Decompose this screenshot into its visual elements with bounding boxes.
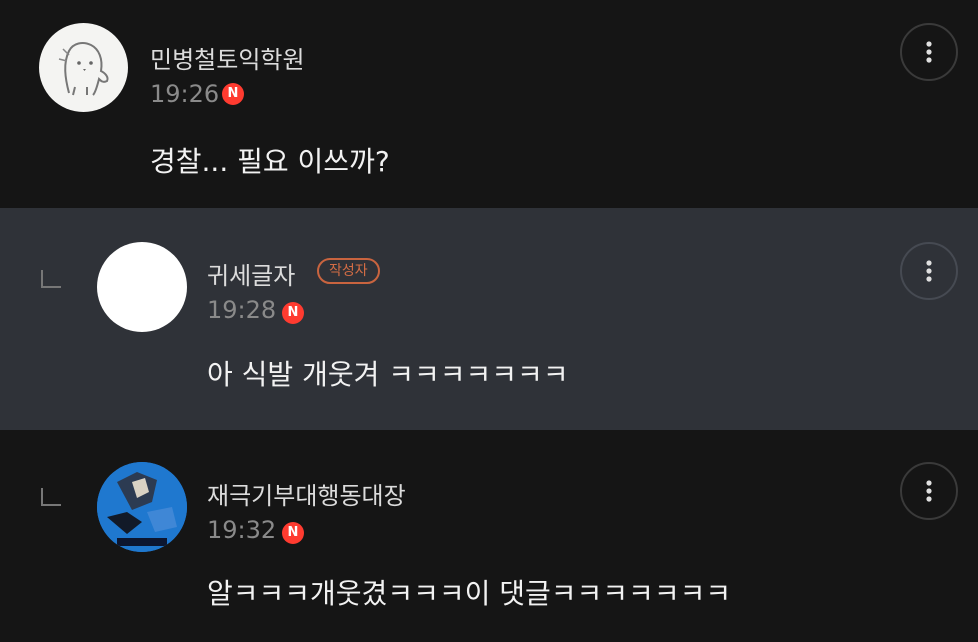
timestamp: 19:28 [207, 296, 277, 324]
blue-photo-icon [97, 462, 187, 552]
comment-text: 경찰... 필요 이쓰까? [150, 145, 390, 178]
comment-item: 민병철토익학원 19:26 N 경찰... 필요 이쓰까? [0, 0, 978, 208]
username[interactable]: 재극기부대행동대장 [207, 476, 406, 511]
avatar[interactable] [97, 242, 187, 332]
reply-indent-icon [41, 488, 61, 506]
author-badge: 작성자 [317, 258, 380, 284]
username[interactable]: 민병철토익학원 [150, 40, 305, 75]
more-vertical-icon [926, 480, 932, 502]
new-badge: N [222, 83, 244, 105]
avatar[interactable] [97, 462, 187, 552]
new-badge: N [282, 522, 304, 544]
comment-text: 알ㅋㅋㅋ개웃겼ㅋㅋㅋ이 댓글ㅋㅋㅋㅋㅋㅋㅋ [207, 577, 732, 610]
timestamp: 19:32 [207, 516, 277, 544]
rabbit-doodle-icon [58, 42, 109, 96]
avatar[interactable] [39, 23, 128, 112]
reply-item: 재극기부대행동대장 19:32 N 알ㅋㅋㅋ개웃겼ㅋㅋㅋ이 댓글ㅋㅋㅋㅋㅋㅋㅋ [0, 430, 978, 642]
reply-item: 귀세글자 작성자 19:28 N 아 식발 개웃겨 ㅋㅋㅋㅋㅋㅋㅋ [0, 208, 978, 430]
new-badge: N [282, 302, 304, 324]
reply-indent-icon [41, 270, 61, 288]
more-options-button[interactable] [900, 462, 958, 520]
username[interactable]: 귀세글자 [207, 256, 295, 291]
more-vertical-icon [926, 260, 932, 282]
more-options-button[interactable] [900, 242, 958, 300]
more-options-button[interactable] [900, 23, 958, 81]
comment-text: 아 식발 개웃겨 ㅋㅋㅋㅋㅋㅋㅋ [207, 358, 569, 391]
timestamp: 19:26 [150, 80, 220, 108]
more-vertical-icon [926, 41, 932, 63]
